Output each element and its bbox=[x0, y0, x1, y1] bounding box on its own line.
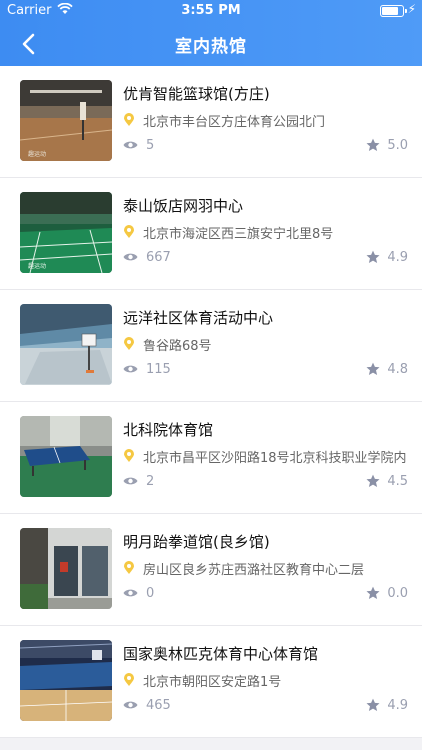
venue-list-item[interactable]: 国家奥林匹克体育中心体育馆 北京市朝阳区安定路1号 465 4.9 bbox=[0, 626, 422, 738]
venue-name: 泰山饭店网羽中心 bbox=[123, 197, 244, 215]
eye-icon bbox=[123, 589, 138, 597]
page-title: 室内热馆 bbox=[175, 37, 247, 57]
venue-address: 北京市朝阳区安定路1号 bbox=[143, 674, 282, 690]
star-icon bbox=[366, 250, 380, 263]
venue-list-item[interactable]: 北科院体育馆 北京市昌平区沙阳路18号北京科技职业学院内 2 4.5 bbox=[0, 402, 422, 514]
view-count: 2 bbox=[146, 473, 155, 489]
venue-address-row: 北京市昌平区沙阳路18号北京科技职业学院内 bbox=[123, 446, 415, 466]
charging-icon: ⚡ bbox=[407, 2, 416, 16]
venue-address: 房山区良乡苏庄西潞社区教育中心二层 bbox=[143, 562, 365, 578]
venue-photo-basketball-indoor: 趣运动 bbox=[20, 80, 112, 161]
venue-name: 明月跆拳道馆(良乡馆) bbox=[123, 533, 270, 551]
svg-text:趣运动: 趣运动 bbox=[28, 262, 46, 270]
location-pin-icon bbox=[124, 673, 134, 686]
location-pin-icon bbox=[124, 225, 134, 238]
location-pin-icon bbox=[124, 113, 134, 126]
star-icon bbox=[366, 474, 380, 487]
star-icon bbox=[366, 698, 380, 711]
venue-rating: 4.8 bbox=[387, 361, 408, 377]
venue-list-item[interactable]: 明月跆拳道馆(良乡馆) 房山区良乡苏庄西潞社区教育中心二层 0 0.0 bbox=[0, 514, 422, 626]
view-count: 667 bbox=[146, 249, 171, 265]
battery-icon bbox=[380, 5, 407, 17]
venue-meta-row: 5 5.0 bbox=[123, 136, 408, 154]
venue-name: 远洋社区体育活动中心 bbox=[123, 309, 274, 327]
status-time: 3:55 PM bbox=[181, 3, 241, 18]
venue-address: 鲁谷路68号 bbox=[143, 338, 212, 354]
venue-rating: 4.5 bbox=[387, 473, 408, 489]
venue-meta-row: 2 4.5 bbox=[123, 472, 408, 490]
venue-address-row: 鲁谷路68号 bbox=[123, 334, 415, 354]
venue-address-row: 北京市丰台区方庄体育公园北门 bbox=[123, 110, 415, 130]
venue-address: 北京市海淀区西三旗安宁北里8号 bbox=[143, 226, 334, 242]
venue-name: 北科院体育馆 bbox=[123, 421, 214, 439]
venue-photo-stadium-arena bbox=[20, 640, 112, 721]
venue-list-item[interactable]: 趣运动 优肯智能篮球馆(方庄) 北京市丰台区方庄体育公园北门 5 5.0 bbox=[0, 66, 422, 178]
venue-meta-row: 115 4.8 bbox=[123, 360, 408, 378]
location-pin-icon bbox=[124, 449, 134, 462]
view-count: 465 bbox=[146, 697, 171, 713]
venue-photo-building-entrance bbox=[20, 528, 112, 609]
venue-address-row: 北京市海淀区西三旗安宁北里8号 bbox=[123, 222, 415, 242]
view-count: 115 bbox=[146, 361, 171, 377]
view-count: 5 bbox=[146, 137, 155, 153]
eye-icon bbox=[123, 141, 138, 149]
nav-bar: Carrier 3:55 PM ⚡ 室内热馆 bbox=[0, 0, 422, 66]
venue-rating: 5.0 bbox=[387, 137, 408, 153]
svg-text:趣运动: 趣运动 bbox=[28, 150, 46, 158]
venue-meta-row: 667 4.9 bbox=[123, 248, 408, 266]
venue-name: 优肯智能篮球馆(方庄) bbox=[123, 85, 270, 103]
status-bar: Carrier 3:55 PM ⚡ bbox=[0, 0, 422, 22]
venue-address: 北京市丰台区方庄体育公园北门 bbox=[143, 114, 326, 130]
venue-meta-row: 0 0.0 bbox=[123, 584, 408, 602]
star-icon bbox=[366, 586, 380, 599]
venue-address-row: 房山区良乡苏庄西潞社区教育中心二层 bbox=[123, 558, 415, 578]
venue-rating: 4.9 bbox=[387, 249, 408, 265]
location-pin-icon bbox=[124, 337, 134, 350]
star-icon bbox=[366, 138, 380, 151]
venue-list: 趣运动 优肯智能篮球馆(方庄) 北京市丰台区方庄体育公园北门 5 5.0 趣运动… bbox=[0, 66, 422, 738]
eye-icon bbox=[123, 477, 138, 485]
venue-name: 国家奥林匹克体育中心体育馆 bbox=[123, 645, 319, 663]
eye-icon bbox=[123, 701, 138, 709]
venue-list-item[interactable]: 远洋社区体育活动中心 鲁谷路68号 115 4.8 bbox=[0, 290, 422, 402]
venue-photo-table-tennis bbox=[20, 416, 112, 497]
location-pin-icon bbox=[124, 561, 134, 574]
venue-rating: 0.0 bbox=[387, 585, 408, 601]
venue-rating: 4.9 bbox=[387, 697, 408, 713]
venue-address: 北京市昌平区沙阳路18号北京科技职业学院内 bbox=[143, 450, 407, 466]
view-count: 0 bbox=[146, 585, 155, 601]
eye-icon bbox=[123, 253, 138, 261]
eye-icon bbox=[123, 365, 138, 373]
venue-meta-row: 465 4.9 bbox=[123, 696, 408, 714]
venue-photo-basketball-court bbox=[20, 304, 112, 385]
star-icon bbox=[366, 362, 380, 375]
venue-list-item[interactable]: 趣运动 泰山饭店网羽中心 北京市海淀区西三旗安宁北里8号 667 4.9 bbox=[0, 178, 422, 290]
venue-photo-badminton-court: 趣运动 bbox=[20, 192, 112, 273]
venue-address-row: 北京市朝阳区安定路1号 bbox=[123, 670, 415, 690]
